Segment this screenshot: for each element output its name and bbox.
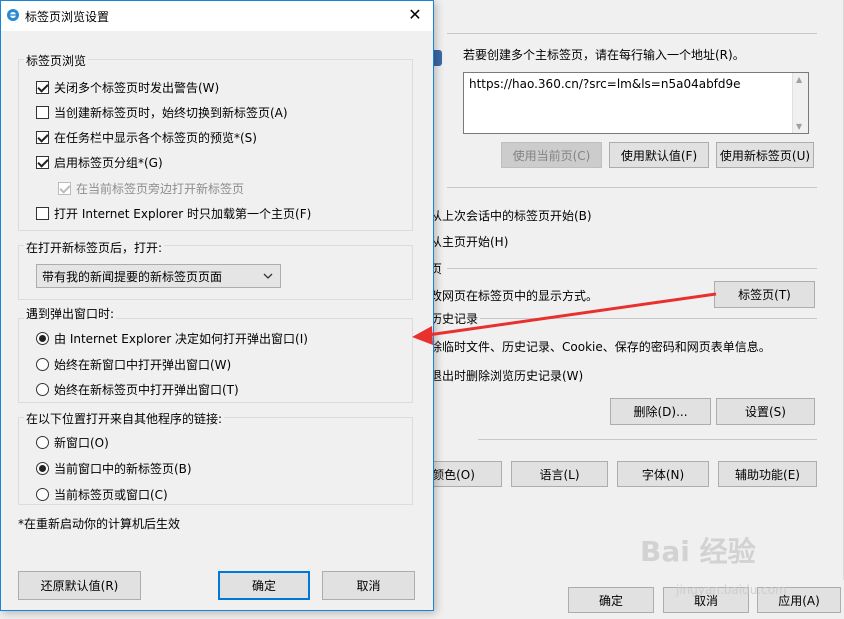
- tabs-description: 改网页在标签页中的显示方式。: [430, 289, 599, 303]
- start-last-session-label[interactable]: 从上次会话中的标签页开始(B): [430, 209, 592, 223]
- tab-option-1[interactable]: 当创建新标签页时，始终切换到新标签页(A): [36, 104, 288, 120]
- tab-option-2[interactable]: 在任务栏中显示各个标签页的预览*(S): [36, 129, 257, 145]
- divider: [447, 268, 817, 269]
- new-tab-dropdown[interactable]: 带有我的新闻提要的新标签页页面: [36, 264, 281, 288]
- radio-label: 由 Internet Explorer 决定如何打开弹出窗口(I): [54, 331, 308, 346]
- homepage-scrollbar[interactable]: ▲ ▼: [792, 73, 808, 133]
- fonts-button[interactable]: 字体(N): [617, 461, 709, 487]
- history-section-title: 历史记录: [430, 312, 479, 326]
- new-tab-group-title: 在打开新标签页后，打开:: [24, 239, 165, 256]
- links-option-2[interactable]: 当前标签页或窗口(C): [36, 486, 168, 502]
- tab-option-5[interactable]: 打开 Internet Explorer 时只加载第一个主页(F): [36, 205, 311, 221]
- checkbox[interactable]: [58, 181, 71, 195]
- radio-label: 新窗口(O): [54, 435, 109, 450]
- tabbed-browsing-settings-dialog: 标签页浏览设置 ✕ 标签页浏览 关闭多个标签页时发出警告(W) 当创建新标签页时，…: [0, 0, 434, 611]
- checkbox-label: 在任务栏中显示各个标签页的预览*(S): [54, 130, 257, 145]
- links-option-0[interactable]: 新窗口(O): [36, 434, 109, 450]
- checkbox[interactable]: [36, 130, 49, 144]
- start-home-label[interactable]: 从主页开始(H): [430, 235, 508, 249]
- scroll-down-icon[interactable]: ▼: [796, 122, 802, 131]
- accessibility-button[interactable]: 辅助功能(E): [718, 461, 817, 487]
- radio-button[interactable]: [36, 487, 49, 501]
- radio-button[interactable]: [36, 382, 49, 396]
- languages-button[interactable]: 语言(L): [511, 461, 608, 487]
- popup-option-1[interactable]: 始终在新窗口中打开弹出窗口(W): [36, 356, 231, 372]
- use-default-button[interactable]: 使用默认值(F): [609, 142, 709, 168]
- checkbox-label: 在当前标签页旁边打开新标签页: [76, 181, 245, 196]
- divider: [447, 33, 817, 34]
- tabbed-browsing-group-title: 标签页浏览: [24, 52, 89, 69]
- cancel-button[interactable]: 取消: [322, 571, 415, 600]
- checkbox-label: 当创建新标签页时，始终切换到新标签页(A): [54, 105, 288, 120]
- tab-option-0[interactable]: 关闭多个标签页时发出警告(W): [36, 79, 219, 95]
- checkbox[interactable]: [36, 105, 49, 119]
- chevron-down-icon: [263, 273, 273, 279]
- tab-option-3[interactable]: 启用标签页分组*(G): [36, 154, 163, 170]
- home-prompt: 若要创建多个主标签页，请在每行输入一个地址(R)。: [463, 48, 745, 62]
- checkbox[interactable]: [36, 80, 49, 94]
- ok-button[interactable]: 确定: [218, 571, 310, 600]
- links-group-title: 在以下位置打开来自其他程序的链接:: [24, 410, 225, 427]
- ie-logo-icon: [7, 9, 19, 21]
- radio-label: 当前窗口中的新标签页(B): [54, 461, 192, 476]
- divider: [480, 318, 817, 319]
- new-tab-dropdown-value: 带有我的新闻提要的新标签页页面: [42, 269, 223, 284]
- checkbox[interactable]: [36, 155, 49, 169]
- radio-button[interactable]: [36, 435, 49, 449]
- restart-footnote: *在重新启动你的计算机后生效: [18, 517, 181, 531]
- radio-label: 始终在新标签页中打开弹出窗口(T): [54, 382, 239, 397]
- tab-option-4[interactable]: 在当前标签页旁边打开新标签页: [58, 180, 244, 196]
- dialog-titlebar[interactable]: 标签页浏览设置 ✕: [1, 1, 433, 31]
- homepage-url: https://hao.360.cn/?src=lm&ls=n5a04abfd9…: [469, 77, 741, 91]
- checkbox[interactable]: [36, 206, 49, 220]
- homepage-icon: [434, 50, 442, 66]
- dialog-title: 标签页浏览设置: [25, 10, 110, 24]
- use-newtab-button[interactable]: 使用新标签页(U): [716, 142, 814, 168]
- divider: [447, 187, 817, 188]
- popup-option-0[interactable]: 由 Internet Explorer 决定如何打开弹出窗口(I): [36, 330, 308, 346]
- radio-button[interactable]: [36, 331, 49, 345]
- links-option-1[interactable]: 当前窗口中的新标签页(B): [36, 460, 192, 476]
- use-current-button[interactable]: 使用当前页(C): [501, 142, 602, 168]
- baidu-watermark: Bai 经验: [640, 535, 756, 568]
- settings-button[interactable]: 设置(S): [716, 398, 815, 425]
- popup-option-2[interactable]: 始终在新标签页中打开弹出窗口(T): [36, 381, 239, 397]
- popup-group-title: 遇到弹出窗口时:: [24, 305, 117, 322]
- checkbox-label: 关闭多个标签页时发出警告(W): [54, 80, 220, 95]
- divider: [478, 439, 817, 440]
- radio-label: 始终在新窗口中打开弹出窗口(W): [54, 357, 232, 372]
- checkbox-label: 启用标签页分组*(G): [54, 155, 163, 170]
- close-icon[interactable]: ✕: [403, 3, 427, 27]
- delete-on-exit-label[interactable]: 退出时删除浏览历史记录(W): [430, 369, 583, 383]
- checkbox-label: 打开 Internet Explorer 时只加载第一个主页(F): [54, 206, 312, 221]
- history-description: 除临时文件、历史记录、Cookie、保存的密码和网页表单信息。: [430, 340, 771, 354]
- baidu-watermark-url: jingyan.baidu.com: [676, 583, 787, 597]
- scroll-up-icon[interactable]: ▲: [796, 75, 802, 84]
- radio-button[interactable]: [36, 357, 49, 371]
- homepage-textarea[interactable]: https://hao.360.cn/?src=lm&ls=n5a04abfd9…: [463, 72, 809, 134]
- delete-button[interactable]: 删除(D)...: [610, 398, 711, 425]
- options-ok-button[interactable]: 确定: [568, 587, 654, 613]
- restore-defaults-button[interactable]: 还原默认值(R): [18, 571, 141, 600]
- radio-button[interactable]: [36, 461, 49, 475]
- radio-label: 当前标签页或窗口(C): [54, 487, 168, 502]
- tabs-button[interactable]: 标签页(T): [714, 281, 815, 308]
